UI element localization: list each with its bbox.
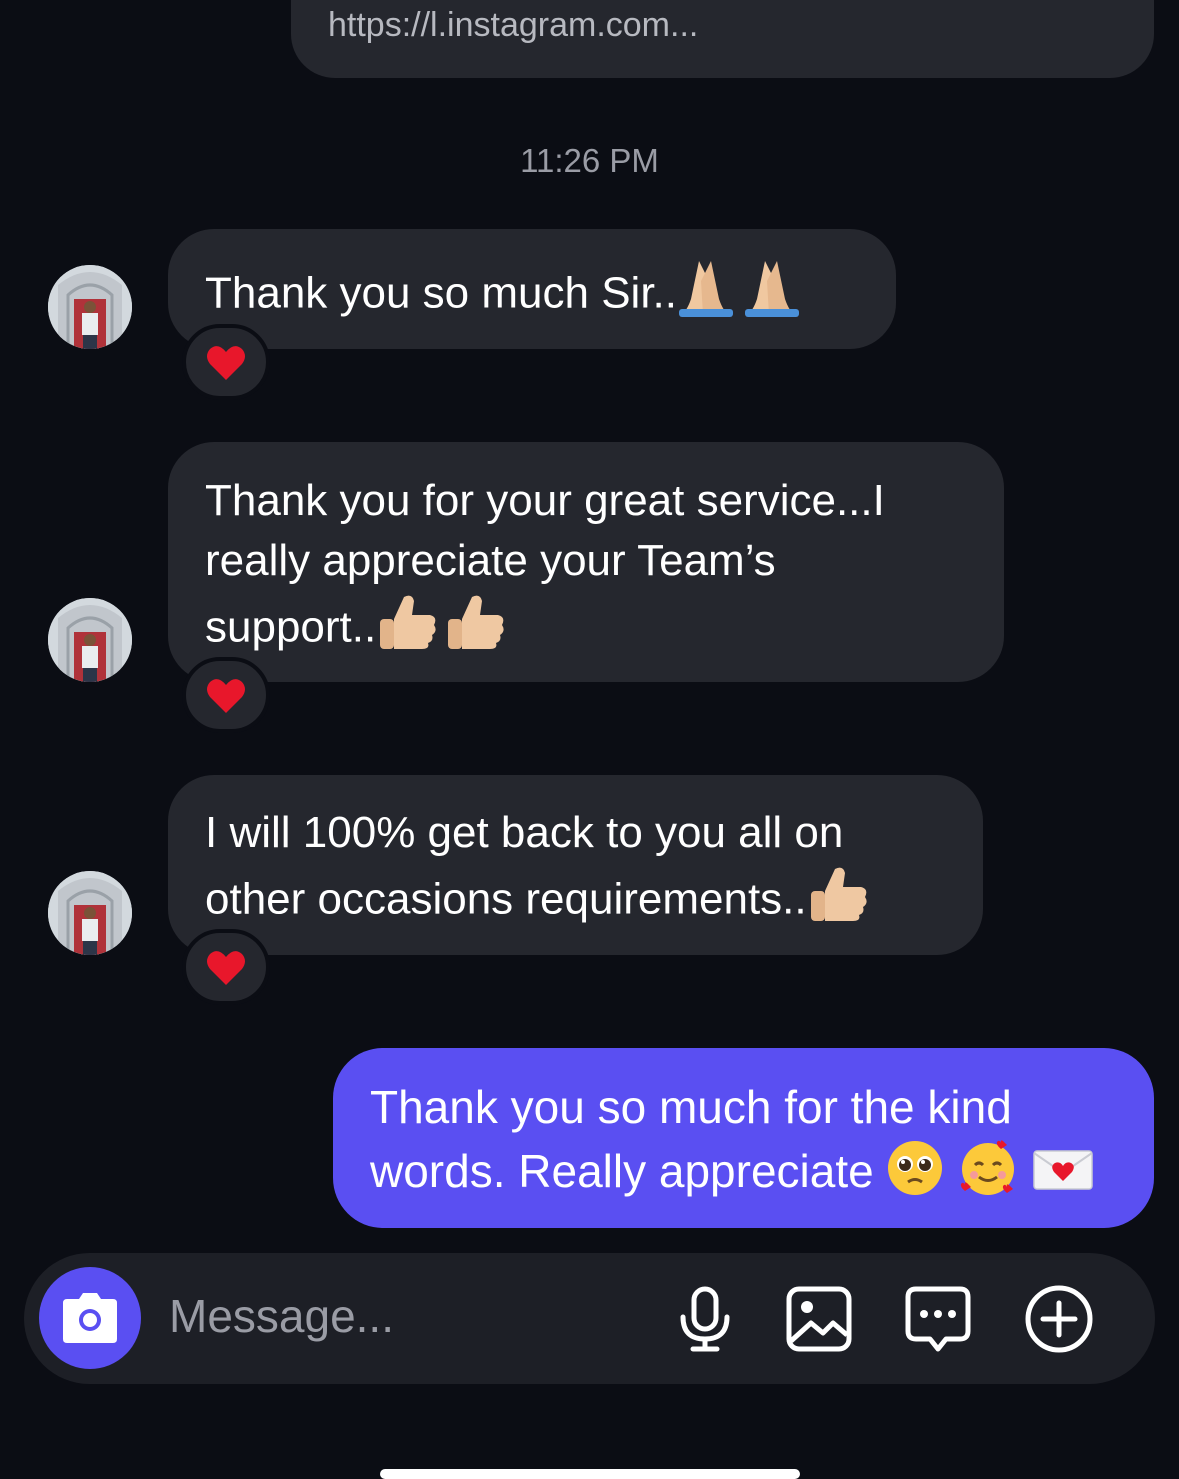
avatar-photo (48, 598, 132, 682)
message-line: other occasions requirements.. (205, 874, 807, 924)
thumbs-up-emoji (807, 863, 871, 941)
heart-icon (207, 679, 245, 713)
sender-avatar[interactable] (48, 265, 132, 349)
message-line: Thank you for your great service...I (205, 476, 885, 525)
sender-avatar[interactable] (48, 871, 132, 955)
gallery-button[interactable] (783, 1283, 855, 1355)
heart-icon (207, 951, 245, 985)
message-line: words. Really appreciate (370, 1145, 874, 1198)
incoming-message[interactable]: Thank you so much Sir.. (168, 229, 896, 349)
heart-reaction[interactable] (182, 657, 270, 733)
message-line: Thank you so much for the kind (370, 1081, 1012, 1133)
microphone-icon (680, 1286, 730, 1352)
sender-avatar[interactable] (48, 598, 132, 682)
thumbs-up-emoji (376, 591, 508, 669)
pleading-face-emoji (886, 1139, 944, 1211)
camera-button[interactable] (39, 1267, 141, 1369)
incoming-message[interactable]: I will 100% get back to you all on other… (168, 775, 983, 955)
heart-icon (207, 346, 245, 380)
plus-icon (1025, 1285, 1093, 1353)
message-timestamp: 11:26 PM (520, 142, 659, 179)
smiling-face-with-hearts-emoji (957, 1137, 1019, 1213)
heart-reaction[interactable] (182, 929, 270, 1005)
avatar-photo (48, 871, 132, 955)
add-button[interactable] (1023, 1283, 1095, 1355)
sticker-icon (905, 1286, 971, 1352)
message-composer: Message... (24, 1253, 1155, 1384)
love-letter-emoji (1032, 1145, 1094, 1205)
incoming-message[interactable]: Thank you for your great service...I rea… (168, 442, 1004, 682)
gallery-icon (786, 1286, 852, 1352)
home-indicator (380, 1469, 800, 1479)
link-preview-bubble[interactable]: https://l.instagram.com... (291, 0, 1154, 78)
heart-reaction[interactable] (182, 324, 270, 400)
message-line: really appreciate your Team’s (205, 536, 776, 585)
message-text: Thank you so much Sir.. (205, 268, 677, 318)
microphone-button[interactable] (669, 1283, 741, 1355)
message-line: support.. (205, 602, 377, 652)
sticker-button[interactable] (902, 1283, 974, 1355)
folded-hands-emoji (677, 257, 807, 335)
message-input[interactable]: Message... (169, 1289, 394, 1343)
message-line: I will 100% get back to you all on (205, 808, 844, 857)
camera-icon (63, 1293, 117, 1343)
outgoing-message[interactable]: Thank you so much for the kind words. Re… (333, 1048, 1154, 1228)
link-url[interactable]: https://l.instagram.com... (328, 6, 698, 45)
avatar-photo (48, 265, 132, 349)
